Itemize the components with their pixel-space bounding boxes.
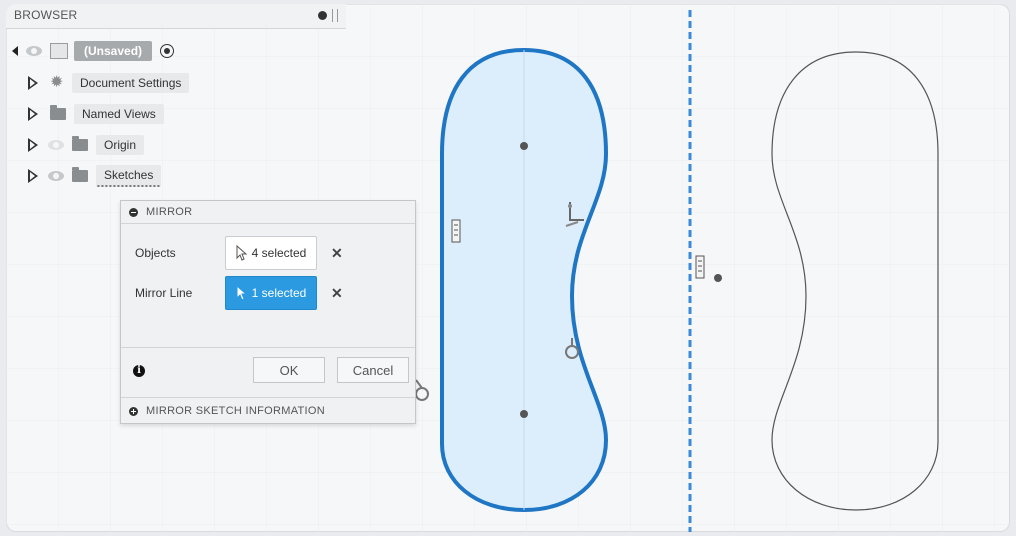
mirror-sketch-info-section[interactable]: MIRROR SKETCH INFORMATION (121, 397, 415, 424)
dialog-title: MIRROR (146, 206, 193, 218)
objects-label: Objects (135, 246, 176, 260)
ok-button[interactable]: OK (253, 357, 325, 383)
gear-icon: ✹ (50, 74, 64, 91)
clear-mirror-line-icon[interactable]: ✕ (331, 285, 343, 302)
folder-icon (72, 167, 88, 182)
objects-row: Objects 4 selected ✕ (121, 235, 415, 271)
tree-row-document-settings[interactable]: ✹ Document Settings (28, 72, 190, 94)
expand-arrow-icon[interactable] (28, 76, 40, 90)
fusion-window: BROWSER (Unsaved) ✹ Document Settings Na… (6, 4, 1010, 532)
expand-arrow-icon[interactable] (28, 107, 40, 121)
tree-item-label: Origin (96, 135, 145, 155)
clear-objects-icon[interactable]: ✕ (331, 245, 343, 262)
browser-title: BROWSER (14, 8, 78, 22)
active-radio-icon[interactable] (160, 44, 175, 58)
visibility-eye-icon[interactable] (48, 140, 64, 150)
folder-icon (72, 136, 88, 151)
browser-pin-icon[interactable] (318, 11, 327, 20)
expand-arrow-icon[interactable] (28, 169, 40, 183)
browser-header[interactable]: BROWSER (6, 4, 346, 29)
tree-item-label: Document Settings (72, 73, 190, 93)
mirror-line-select-button[interactable]: 1 selected (225, 276, 317, 310)
tree-item-label: Named Views (74, 104, 164, 124)
mirror-line-value: 1 selected (251, 286, 307, 300)
folder-icon (50, 105, 66, 120)
tree-row-document[interactable]: (Unsaved) (12, 40, 175, 62)
tree-row-origin[interactable]: Origin (28, 134, 145, 156)
mirror-line-point[interactable] (714, 274, 722, 282)
tree-row-sketches[interactable]: Sketches (28, 165, 162, 187)
mirror-line-row: Mirror Line 1 selected ✕ (121, 275, 415, 311)
browser-resize-handle[interactable] (332, 9, 338, 22)
tree-item-label: Sketches (96, 165, 162, 187)
collapse-arrow-icon[interactable] (12, 46, 18, 56)
section-title: MIRROR SKETCH INFORMATION (146, 405, 326, 417)
expand-arrow-icon[interactable] (28, 138, 40, 152)
tree-row-named-views[interactable]: Named Views (28, 103, 164, 125)
coincident-constraint-icon[interactable] (451, 219, 461, 243)
objects-value: 4 selected (251, 246, 307, 260)
document-icon (50, 43, 68, 59)
info-icon[interactable]: i (133, 365, 145, 377)
mirror-dialog: MIRROR Objects 4 selected ✕ Mirror Line … (120, 200, 416, 424)
mirror-dialog-header[interactable]: MIRROR (121, 201, 415, 224)
collapse-icon[interactable] (129, 207, 138, 217)
mirror-line-label: Mirror Line (135, 286, 193, 300)
cursor-icon (236, 245, 247, 261)
document-name[interactable]: (Unsaved) (74, 41, 153, 61)
dialog-divider (121, 347, 415, 348)
visibility-eye-icon[interactable] (48, 171, 64, 181)
cancel-button[interactable]: Cancel (337, 357, 409, 383)
visibility-eye-icon[interactable] (26, 46, 42, 56)
midpoint-constraint-icon[interactable] (695, 255, 705, 279)
objects-select-button[interactable]: 4 selected (225, 236, 317, 270)
profile-point-top[interactable] (520, 142, 528, 150)
cursor-icon (236, 285, 247, 301)
profile-point-bottom[interactable] (520, 410, 528, 418)
expand-section-icon[interactable] (129, 406, 138, 416)
